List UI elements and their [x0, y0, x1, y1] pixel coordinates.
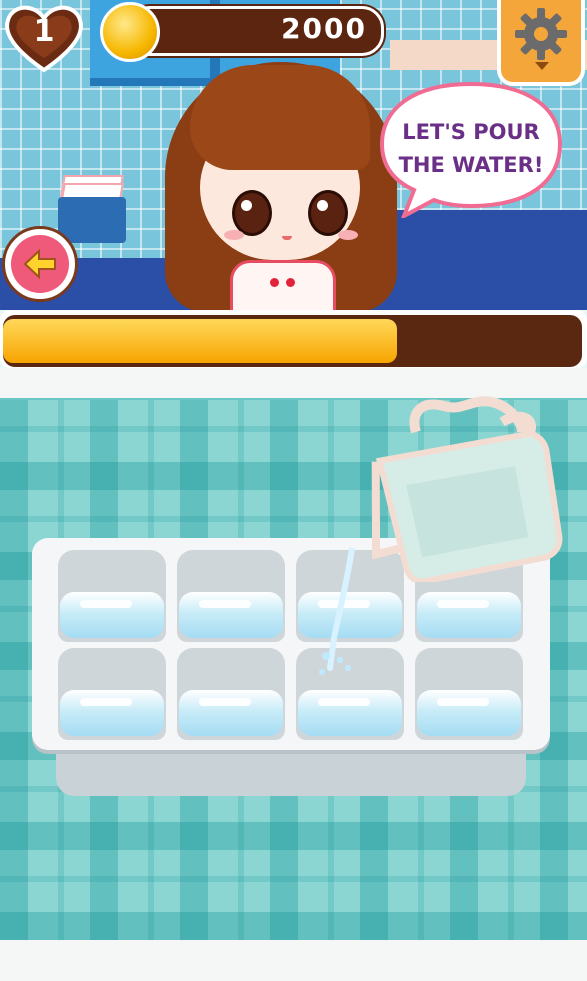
- progress-fill: [3, 319, 397, 363]
- coin-icon: [100, 2, 160, 62]
- lives-count: 1: [33, 14, 55, 49]
- water-fill: [179, 592, 283, 638]
- progress-track: [3, 315, 582, 367]
- water-fill: [298, 690, 402, 736]
- progress-bar: [0, 310, 587, 368]
- ice-cube-slot[interactable]: [177, 648, 285, 740]
- speech-bubble: LET'S POUR THE WATER!: [378, 78, 564, 218]
- speech-line-2: THE WATER!: [398, 153, 544, 177]
- water-pitcher[interactable]: [352, 392, 580, 582]
- ice-cube-slot[interactable]: [58, 550, 166, 642]
- eye: [308, 190, 348, 236]
- water-fill: [417, 592, 521, 638]
- napkin-holder: [58, 175, 126, 243]
- ice-cube-slot[interactable]: [58, 648, 166, 740]
- ice-cube-slot[interactable]: [415, 648, 523, 740]
- speech-text: LET'S POUR THE WATER!: [396, 116, 546, 182]
- water-fill: [60, 592, 164, 638]
- ice-cube-slot[interactable]: [177, 550, 285, 642]
- chevron-down-icon: [535, 62, 549, 70]
- water-fill: [179, 690, 283, 736]
- coin-amount: 2000: [281, 12, 367, 45]
- speech-line-1: LET'S POUR: [402, 120, 540, 144]
- arrow-left-icon: [23, 248, 56, 280]
- gear-icon: [515, 8, 567, 60]
- water-fill: [60, 690, 164, 736]
- eye: [232, 190, 272, 236]
- chef-girl-character: [160, 50, 400, 310]
- water-fill: [417, 690, 521, 736]
- back-button[interactable]: [2, 226, 78, 302]
- coin-counter: 2000: [128, 6, 384, 56]
- settings-button[interactable]: [497, 0, 585, 86]
- lives-indicator: 1: [2, 2, 86, 74]
